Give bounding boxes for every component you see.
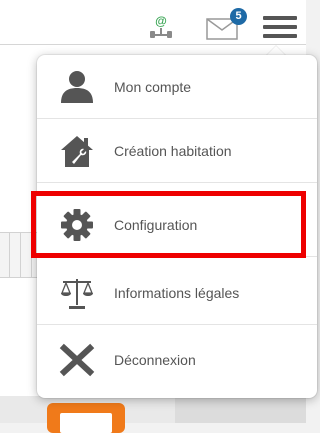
hamburger-icon[interactable]: [263, 16, 297, 42]
house-wrench-icon: [61, 136, 93, 167]
close-x-icon: [59, 343, 95, 377]
network-at-symbol: @: [155, 14, 167, 28]
scales-icon: [61, 279, 93, 309]
network-at-icon[interactable]: @: [148, 14, 174, 40]
menu-item-informations-legales[interactable]: Informations légales: [37, 261, 317, 325]
background-bottom-strip: [0, 396, 306, 423]
configuration-highlight-box: [31, 191, 306, 258]
menu-item-creation-habitation[interactable]: Création habitation: [37, 119, 317, 183]
menu-item-label: Création habitation: [114, 143, 232, 159]
user-icon: [61, 71, 93, 103]
menu-item-label: Mon compte: [114, 79, 192, 95]
menu-item-deconnexion[interactable]: Déconnexion: [37, 328, 317, 392]
top-bar: @ 5: [0, 0, 306, 45]
mail-count-badge: 5: [230, 8, 247, 25]
menu-item-label: Informations légales: [114, 285, 240, 301]
menu-item-mon-compte[interactable]: Mon compte: [37, 55, 317, 119]
orange-action-button[interactable]: [47, 403, 125, 433]
menu-item-label: Déconnexion: [114, 352, 196, 368]
